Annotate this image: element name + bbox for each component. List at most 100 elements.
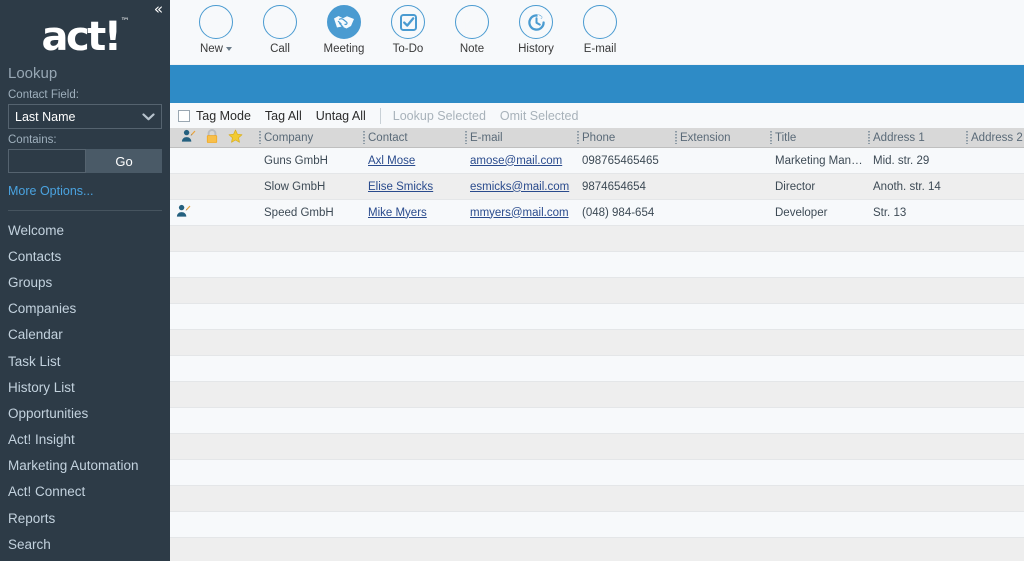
column-header-title[interactable]: Title [769,128,867,148]
column-header-e-mail[interactable]: E-mail [464,128,576,148]
cell-empty [464,226,576,252]
sidebar-item-label: Groups [8,275,52,290]
column-header-address-1[interactable]: Address 1 [867,128,965,148]
go-button[interactable]: Go [86,149,162,173]
cell-empty [464,434,576,460]
omit-selected-button[interactable]: Omit Selected [500,109,579,123]
column-header-label: Address 1 [873,132,925,144]
cell-address2 [965,174,1024,200]
sidebar-item-groups[interactable]: Groups [0,269,170,295]
cell-empty [464,538,576,561]
cell-text: (048) 984-654 [582,207,654,219]
sidebar-item-label: Search [8,537,51,552]
table-row[interactable]: Guns GmbHAxl Moseamose@mail.com098765465… [170,148,1024,174]
cell-empty [576,460,674,486]
cell-empty [258,330,362,356]
column-header-extension[interactable]: Extension [674,128,769,148]
contact-field-select[interactable]: Last Name [8,104,162,129]
sidebar-item-contacts[interactable]: Contacts [0,243,170,269]
cell-email: mmyers@mail.com [464,200,576,226]
cell-empty [170,408,258,434]
cell-empty [674,330,769,356]
table-row-empty[interactable] [170,408,1024,434]
lookup-selected-button[interactable]: Lookup Selected [393,109,486,123]
toolbar-button-to-do[interactable]: To-Do [376,5,440,55]
lock-icon[interactable] [205,129,219,147]
email-link[interactable]: amose@mail.com [470,155,562,167]
table-row-empty[interactable] [170,538,1024,561]
contact-edit-icon[interactable] [181,129,196,146]
main-content: NewCallMeetingTo-DoNoteHistoryE-mail Tag… [170,0,1024,561]
brand-text: act! [41,14,119,60]
toolbar-button-history[interactable]: History [504,5,568,55]
cell-empty [769,330,867,356]
tag-mode-checkbox[interactable] [178,110,190,122]
cell-empty [258,226,362,252]
table-row-empty[interactable] [170,252,1024,278]
email-link[interactable]: esmicks@mail.com [470,181,569,193]
contact-link[interactable]: Elise Smicks [368,181,433,193]
sidebar-item-marketing-automation[interactable]: Marketing Automation [0,453,170,479]
table-row-empty[interactable] [170,486,1024,512]
sidebar-item-label: Act! Insight [8,432,75,447]
more-options-link[interactable]: More Options... [0,173,170,198]
table-row-empty[interactable] [170,304,1024,330]
cell-contact: Mike Myers [362,200,464,226]
table-row-empty[interactable] [170,460,1024,486]
sidebar-item-calendar[interactable]: Calendar [0,322,170,348]
table-row-empty[interactable] [170,512,1024,538]
column-header-label: Title [775,132,796,144]
toolbar-button-call[interactable]: Call [248,5,312,55]
table-header-icons [170,128,258,148]
contact-link[interactable]: Mike Myers [368,207,427,219]
sidebar-collapse-icon[interactable]: « [154,2,162,17]
sidebar-item-label: Welcome [8,223,64,238]
cell-empty [769,460,867,486]
table-row-empty[interactable] [170,278,1024,304]
cell-empty [576,408,674,434]
contact-edit-icon[interactable] [176,209,191,221]
sidebar-item-search[interactable]: Search [0,531,170,557]
cell-empty [258,538,362,561]
toolbar-button-meeting[interactable]: Meeting [312,5,376,55]
cell-empty [965,460,1024,486]
sidebar: « act!™ Lookup Contact Field: Last Name … [0,0,170,561]
cell-empty [258,382,362,408]
column-header-contact[interactable]: Contact [362,128,464,148]
contains-input[interactable] [8,149,86,173]
cell-empty [769,486,867,512]
table-row-empty[interactable] [170,434,1024,460]
column-header-company[interactable]: Company [258,128,362,148]
tag-mode-label[interactable]: Tag Mode [196,109,251,123]
table-row-empty[interactable] [170,330,1024,356]
table-row-empty[interactable] [170,356,1024,382]
cell-phone: (048) 984-654 [576,200,674,226]
sidebar-item-companies[interactable]: Companies [0,296,170,322]
contact-link[interactable]: Axl Mose [368,155,415,167]
column-header-address-2[interactable]: Address 2 [965,128,1024,148]
email-link[interactable]: mmyers@mail.com [470,207,569,219]
table-row-empty[interactable] [170,226,1024,252]
cell-empty [965,252,1024,278]
sidebar-item-history-list[interactable]: History List [0,374,170,400]
star-icon[interactable] [228,129,243,147]
contact-table: CompanyContactE-mailPhoneExtension Title A… [170,128,1024,561]
untag-all-button[interactable]: Untag All [316,109,366,123]
column-header-label: Address 2 [971,132,1023,144]
sidebar-item-act-connect[interactable]: Act! Connect [0,479,170,505]
sidebar-item-act-insight[interactable]: Act! Insight [0,427,170,453]
cell-empty [576,382,674,408]
table-row[interactable]: Speed GmbHMike Myersmmyers@mail.com(048)… [170,200,1024,226]
toolbar-button-note[interactable]: Note [440,5,504,55]
tag-all-button[interactable]: Tag All [265,109,302,123]
table-row[interactable]: Slow GmbHElise Smicksesmicks@mail.com987… [170,174,1024,200]
sidebar-item-welcome[interactable]: Welcome [0,217,170,243]
toolbar-button-new[interactable]: New [184,5,248,55]
sidebar-item-reports[interactable]: Reports [0,505,170,531]
toolbar-button-e-mail[interactable]: E-mail [568,5,632,55]
sidebar-item-task-list[interactable]: Task List [0,348,170,374]
column-header-phone[interactable]: Phone [576,128,674,148]
cell-empty [170,486,258,512]
table-row-empty[interactable] [170,382,1024,408]
sidebar-item-opportunities[interactable]: Opportunities [0,400,170,426]
